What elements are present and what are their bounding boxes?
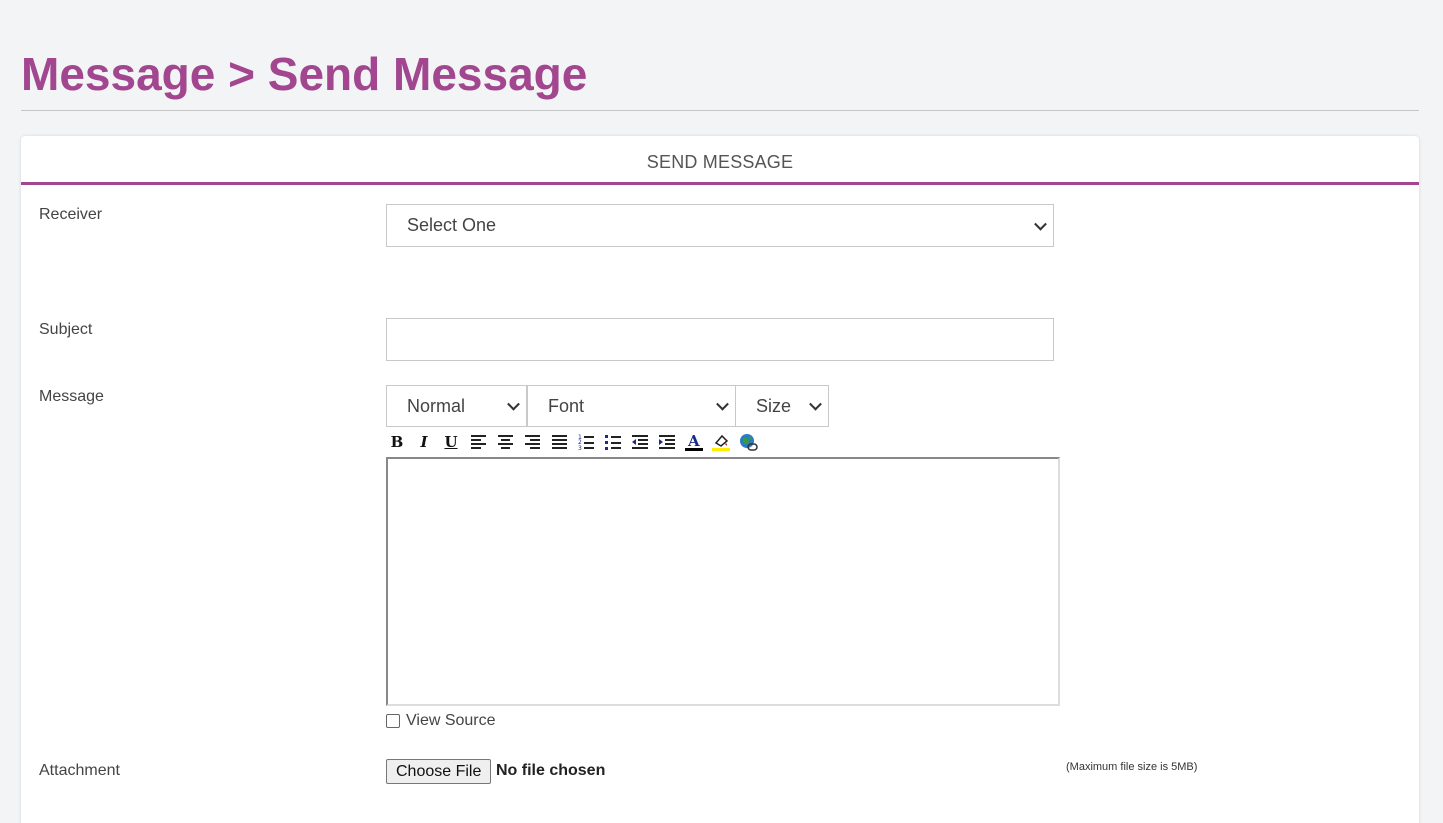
outdent-icon[interactable] (629, 431, 651, 453)
size-select[interactable]: Size (735, 385, 829, 427)
message-editor[interactable] (386, 457, 1060, 706)
highlight-color-icon[interactable] (710, 431, 732, 453)
message-label: Message (39, 388, 104, 405)
svg-text:3: 3 (578, 445, 582, 451)
font-select[interactable]: Font (527, 385, 736, 427)
text-color-letter: A (687, 432, 700, 450)
ordered-list-icon[interactable]: 1 2 3 (575, 431, 597, 453)
size-select-value: Size (756, 395, 792, 416)
receiver-select-value: Select One (407, 215, 497, 235)
align-center-icon[interactable] (494, 431, 516, 453)
title-divider (21, 110, 1419, 111)
receiver-label: Receiver (39, 206, 103, 223)
subject-label: Subject (39, 321, 93, 338)
chevron-down-icon (507, 397, 520, 411)
file-status: No file chosen (496, 762, 606, 779)
chevron-down-icon (1034, 217, 1047, 231)
bold-icon[interactable]: B (386, 431, 408, 453)
align-right-icon[interactable] (521, 431, 543, 453)
chevron-down-icon (809, 397, 822, 411)
card-header: SEND MESSAGE (21, 136, 1419, 185)
editor-toolbar: B I U 1 2 3 A (386, 430, 759, 454)
choose-file-button[interactable]: Choose File (386, 759, 492, 784)
unordered-list-icon[interactable] (602, 431, 624, 453)
font-select-value: Font (548, 395, 585, 416)
align-justify-icon[interactable] (548, 431, 570, 453)
insert-link-icon[interactable] (737, 431, 759, 453)
file-size-note: (Maximum file size is 5MB) (1066, 761, 1198, 773)
page-title: Message > Send Message (21, 48, 588, 100)
underline-icon[interactable]: U (440, 431, 462, 453)
view-source-toggle[interactable]: View Source (386, 712, 496, 730)
italic-icon[interactable]: I (413, 431, 435, 453)
view-source-label: View Source (406, 712, 496, 729)
align-left-icon[interactable] (467, 431, 489, 453)
format-select[interactable]: Normal (386, 385, 527, 427)
format-select-value: Normal (407, 395, 466, 416)
subject-input[interactable] (386, 318, 1054, 361)
receiver-select[interactable]: Select One (386, 204, 1054, 247)
view-source-checkbox[interactable] (386, 714, 400, 728)
page: Message > Send Message SEND MESSAGE Rece… (0, 0, 1443, 823)
chevron-down-icon (716, 397, 729, 411)
attachment-label: Attachment (39, 762, 120, 779)
text-color-icon[interactable]: A (683, 431, 705, 453)
send-message-card: SEND MESSAGE Receiver Select One Subject… (21, 136, 1419, 823)
indent-icon[interactable] (656, 431, 678, 453)
